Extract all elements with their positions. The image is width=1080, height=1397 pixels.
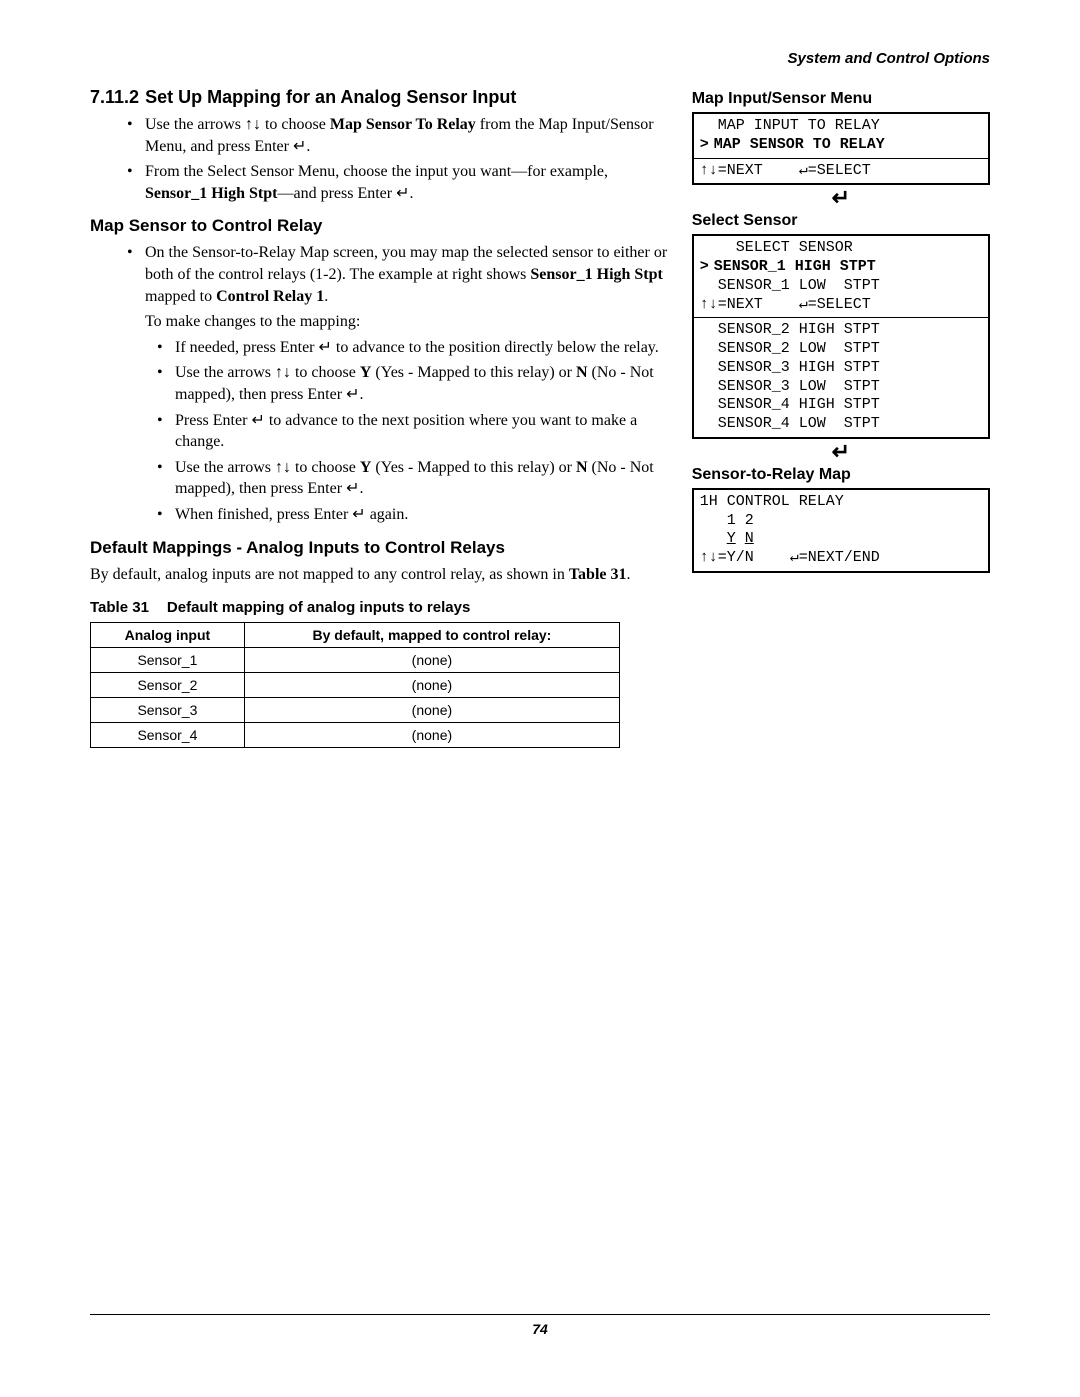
lcd-line: SENSOR_3 HIGH STPT [700,359,982,378]
intro-line-2: To make changes to the mapping: [145,311,672,333]
map-input-sensor-menu-lcd: MAP INPUT TO RELAY >MAP SENSOR TO RELAY … [692,112,990,185]
lcd-nav-line: ↑↓=NEXT ↵=SELECT [700,162,982,181]
page-footer: 74 [90,1314,990,1337]
enter-arrow-icon: ↵ [692,441,990,463]
bullet-item: Use the arrows ↑↓ to choose Map Sensor T… [145,114,672,157]
table-row: Sensor_4 (none) [91,723,620,748]
lcd-line: SENSOR_2 HIGH STPT [700,321,982,340]
lcd-nav-line: ↑↓=Y/N ↵=NEXT/END [700,549,982,568]
panel3-title: Sensor-to-Relay Map [692,466,990,484]
table-cell: Sensor_1 [91,648,245,673]
lcd-line: SENSOR_2 LOW STPT [700,340,982,359]
bullet-item: When finished, press Enter ↵ again. [175,504,672,526]
lcd-line-selected: >MAP SENSOR TO RELAY [700,136,982,155]
document-page: System and Control Options 7.11.2 Set Up … [0,0,1080,1397]
subsection-heading: Map Sensor to Control Relay [90,216,672,236]
select-sensor-lcd: SELECT SENSOR >SENSOR_1 HIGH STPT SENSOR… [692,234,990,439]
bullet-item: From the Select Sensor Menu, choose the … [145,161,672,204]
page-header: System and Control Options [90,50,990,67]
section-heading: 7.11.2 Set Up Mapping for an Analog Senso… [90,87,672,108]
lcd-line: Y N [700,530,982,549]
lcd-line: 1H CONTROL RELAY [700,493,982,512]
section-number: 7.11.2 [90,87,139,108]
default-mapping-para: By default, analog inputs are not mapped… [90,564,672,586]
table-cell: (none) [244,723,619,748]
bullet-item: On the Sensor-to-Relay Map screen, you m… [145,242,672,307]
bullet-item: Use the arrows ↑↓ to choose Y (Yes - Map… [175,457,672,500]
panel2-title: Select Sensor [692,212,990,230]
table-header: By default, mapped to control relay: [244,623,619,648]
table-caption: Table 31 Default mapping of analog inputs… [90,599,672,616]
lcd-line: SELECT SENSOR [700,239,982,258]
table-cell: Sensor_4 [91,723,245,748]
default-mapping-table: Analog input By default, mapped to contr… [90,622,620,748]
subsection-heading-2: Default Mappings - Analog Inputs to Cont… [90,538,672,558]
lcd-line: SENSOR_4 HIGH STPT [700,396,982,415]
sub1-bullets: On the Sensor-to-Relay Map screen, you m… [90,242,672,307]
lcd-line: 1 2 [700,512,982,531]
main-content-column: 7.11.2 Set Up Mapping for an Analog Senso… [90,87,672,748]
lcd-line: SENSOR_3 LOW STPT [700,378,982,397]
table-row: Sensor_2 (none) [91,673,620,698]
table-cell: (none) [244,648,619,673]
sensor-to-relay-map-lcd: 1H CONTROL RELAY 1 2 Y N ↑↓=Y/N ↵=NEXT/E… [692,488,990,573]
table-row: Sensor_1 (none) [91,648,620,673]
table-cell: Sensor_3 [91,698,245,723]
table-cell: (none) [244,698,619,723]
table-row: Sensor_3 (none) [91,698,620,723]
table-cell: (none) [244,673,619,698]
bullet-item: If needed, press Enter ↵ to advance to t… [175,337,672,359]
lcd-line-selected: >SENSOR_1 HIGH STPT [700,258,982,277]
sub1-subbullets: If needed, press Enter ↵ to advance to t… [90,337,672,526]
lcd-nav-line: ↑↓=NEXT ↵=SELECT [700,296,982,315]
lcd-panels-column: Map Input/Sensor Menu MAP INPUT TO RELAY… [692,87,990,748]
section-title: Set Up Mapping for an Analog Sensor Inpu… [145,87,516,107]
enter-arrow-icon: ↵ [692,187,990,209]
table-cell: Sensor_2 [91,673,245,698]
panel1-title: Map Input/Sensor Menu [692,90,990,108]
page-number: 74 [532,1321,548,1337]
lcd-line: MAP INPUT TO RELAY [700,117,982,136]
lcd-line: SENSOR_4 LOW STPT [700,415,982,434]
bullet-item: Press Enter ↵ to advance to the next pos… [175,410,672,453]
bullet-item: Use the arrows ↑↓ to choose Y (Yes - Map… [175,362,672,405]
table-number: Table 31 [90,599,149,616]
table-header: Analog input [91,623,245,648]
lcd-line: SENSOR_1 LOW STPT [700,277,982,296]
intro-bullets: Use the arrows ↑↓ to choose Map Sensor T… [90,114,672,204]
table-caption-text: Default mapping of analog inputs to rela… [167,599,470,616]
